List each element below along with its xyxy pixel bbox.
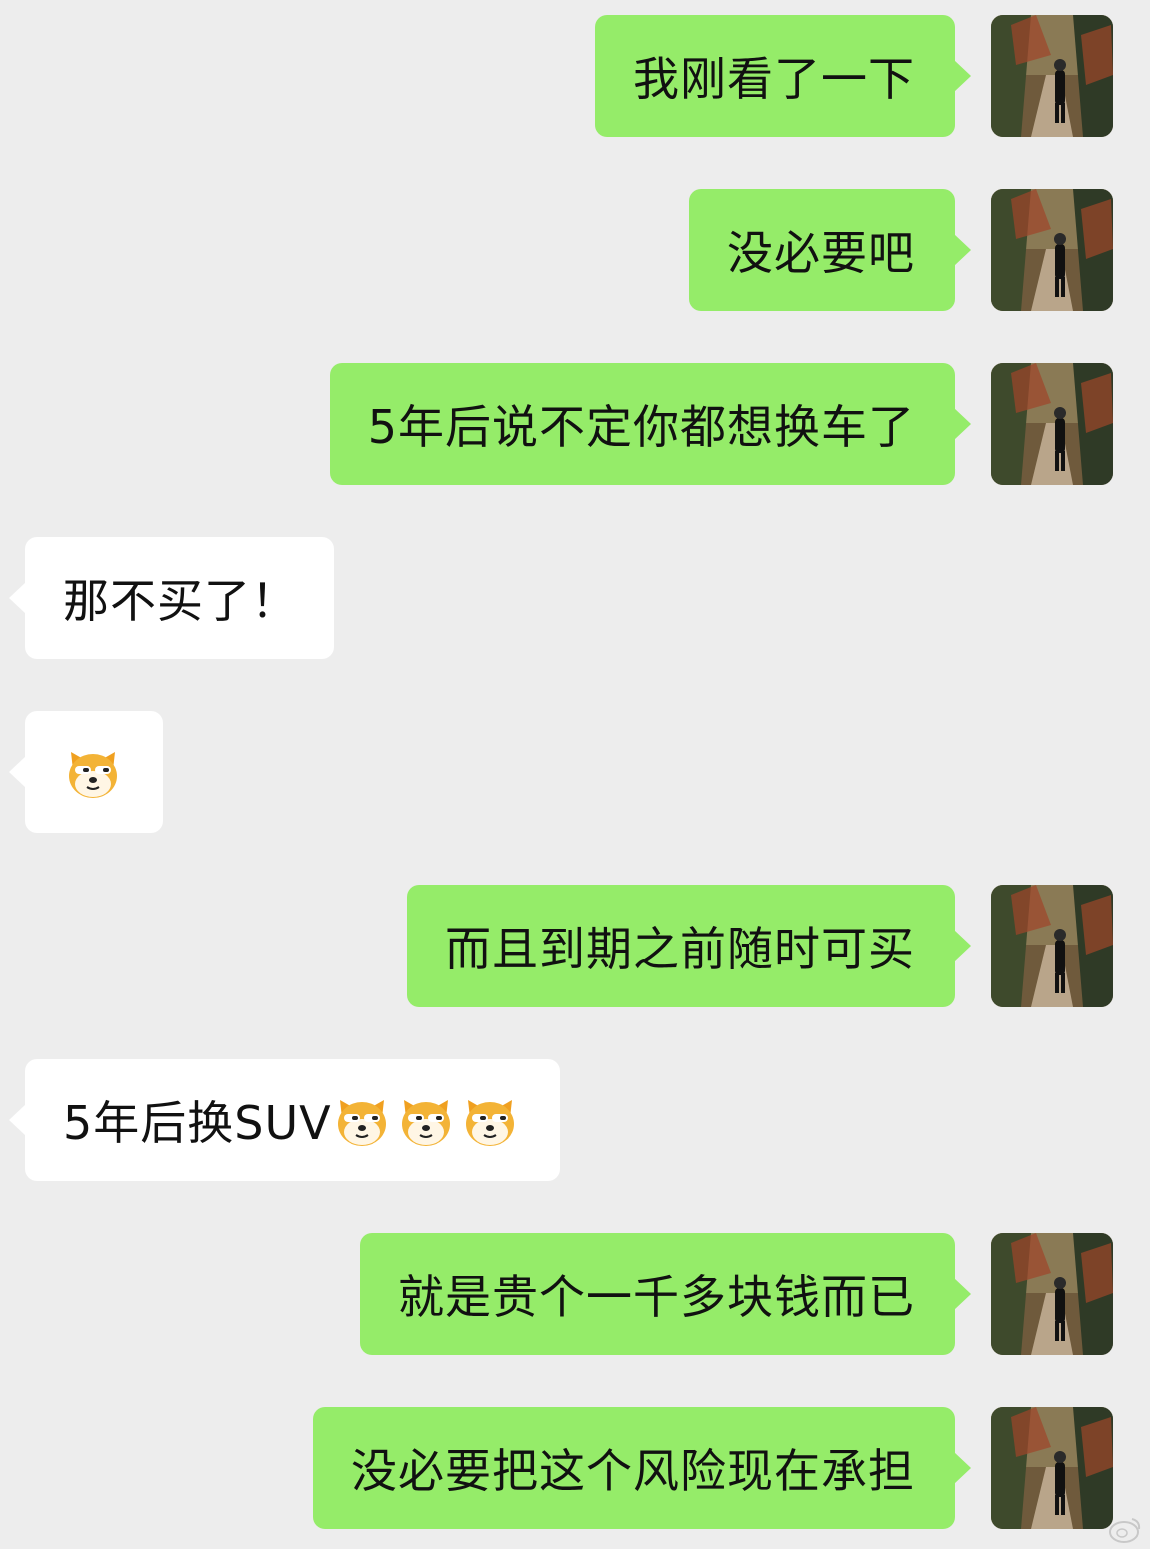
message-row-incoming xyxy=(0,711,1150,833)
message-row-incoming: 那不买了！ xyxy=(0,537,1150,659)
user-avatar[interactable] xyxy=(991,189,1113,311)
doge-emoji-icon xyxy=(460,1090,520,1150)
message-row-outgoing: 没必要吧 xyxy=(0,189,1150,311)
message-text: 没必要把这个风险现在承担 xyxy=(351,1444,915,1498)
user-avatar[interactable] xyxy=(991,885,1113,1007)
message-text: 那不买了！ xyxy=(63,574,298,628)
user-avatar[interactable] xyxy=(991,1407,1113,1529)
doge-emoji-icon xyxy=(396,1090,456,1150)
outgoing-message-bubble[interactable]: 5年后说不定你都想换车了 xyxy=(329,363,972,485)
user-photo-avatar-icon xyxy=(991,1407,1113,1529)
user-avatar[interactable] xyxy=(991,363,1113,485)
message-text: 5年后换SUV xyxy=(63,1096,332,1150)
doge-emoji-icon xyxy=(63,742,123,802)
incoming-message-bubble[interactable] xyxy=(9,711,163,833)
message-row-outgoing: 我刚看了一下 xyxy=(0,15,1150,137)
message-row-outgoing: 就是贵个一千多块钱而已 xyxy=(0,1233,1150,1355)
message-text: 就是贵个一千多块钱而已 xyxy=(398,1270,915,1324)
user-photo-avatar-icon xyxy=(991,15,1113,137)
outgoing-message-bubble[interactable]: 就是贵个一千多块钱而已 xyxy=(360,1233,971,1355)
chat-message-list[interactable]: 我刚看了一下 没必要吧 5年后说不定你都想换车了 那不买了！ 而且到期之前随时可… xyxy=(0,0,1150,1549)
weibo-watermark-icon xyxy=(1108,1515,1142,1545)
outgoing-message-bubble[interactable]: 我刚看了一下 xyxy=(595,15,971,137)
outgoing-message-bubble[interactable]: 没必要吧 xyxy=(689,189,971,311)
user-photo-avatar-icon xyxy=(991,363,1113,485)
user-photo-avatar-icon xyxy=(991,189,1113,311)
message-text: 5年后说不定你都想换车了 xyxy=(367,400,915,454)
message-text: 我刚看了一下 xyxy=(633,52,915,106)
user-photo-avatar-icon xyxy=(991,885,1113,1007)
outgoing-message-bubble[interactable]: 没必要把这个风险现在承担 xyxy=(313,1407,971,1529)
message-row-outgoing: 没必要把这个风险现在承担 xyxy=(0,1407,1150,1529)
message-row-incoming: 5年后换SUV xyxy=(0,1059,1150,1181)
message-row-outgoing: 5年后说不定你都想换车了 xyxy=(0,363,1150,485)
user-avatar[interactable] xyxy=(991,15,1113,137)
user-avatar[interactable] xyxy=(991,1233,1113,1355)
message-text: 而且到期之前随时可买 xyxy=(445,922,915,976)
message-text: 没必要吧 xyxy=(727,226,915,280)
incoming-message-bubble[interactable]: 那不买了！ xyxy=(9,537,334,659)
doge-emoji-icon xyxy=(332,1090,392,1150)
user-photo-avatar-icon xyxy=(991,1233,1113,1355)
incoming-message-bubble[interactable]: 5年后换SUV xyxy=(9,1059,560,1181)
outgoing-message-bubble[interactable]: 而且到期之前随时可买 xyxy=(407,885,971,1007)
message-row-outgoing: 而且到期之前随时可买 xyxy=(0,885,1150,1007)
